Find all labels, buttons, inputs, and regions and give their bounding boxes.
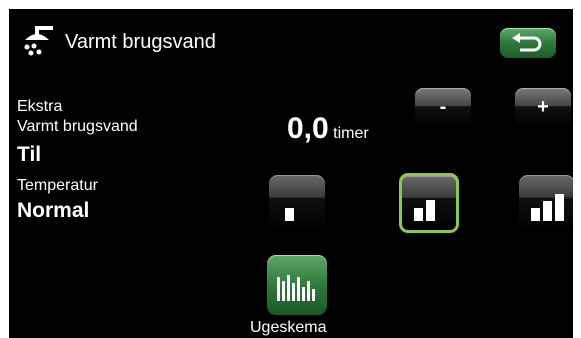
increase-button[interactable]: +: [515, 88, 571, 128]
level-medium-icon: [414, 200, 435, 221]
temperature-low-button[interactable]: [269, 175, 325, 231]
temperature-value: Normal: [17, 199, 90, 222]
back-arrow-icon: [512, 33, 542, 52]
schedule-bars-icon: [277, 275, 315, 301]
back-button[interactable]: [500, 28, 556, 58]
extra-label: Ekstra: [17, 98, 63, 115]
screen: Varmt brugsvand Ekstra Varmt brugsvand T…: [9, 9, 573, 338]
schedule-button[interactable]: [267, 255, 327, 315]
decrease-button[interactable]: -: [415, 88, 471, 128]
temperature-normal-button[interactable]: [399, 173, 459, 233]
schedule-label: Ugeskema: [250, 319, 327, 336]
level-high-icon: [531, 194, 564, 221]
temperature-label: Temperatur: [17, 177, 98, 194]
extra-state: Til: [17, 143, 42, 166]
shower-icon: [24, 26, 53, 56]
page-title: Varmt brugsvand: [65, 31, 216, 53]
extra-value-display: 0,0 timer: [287, 112, 369, 146]
extra-hours-unit: timer: [333, 125, 369, 142]
extra-hours-value: 0,0: [287, 112, 329, 145]
extra-sub-label: Varmt brugsvand: [17, 118, 138, 135]
level-low-icon: [285, 208, 294, 221]
temperature-high-button[interactable]: [519, 175, 573, 231]
